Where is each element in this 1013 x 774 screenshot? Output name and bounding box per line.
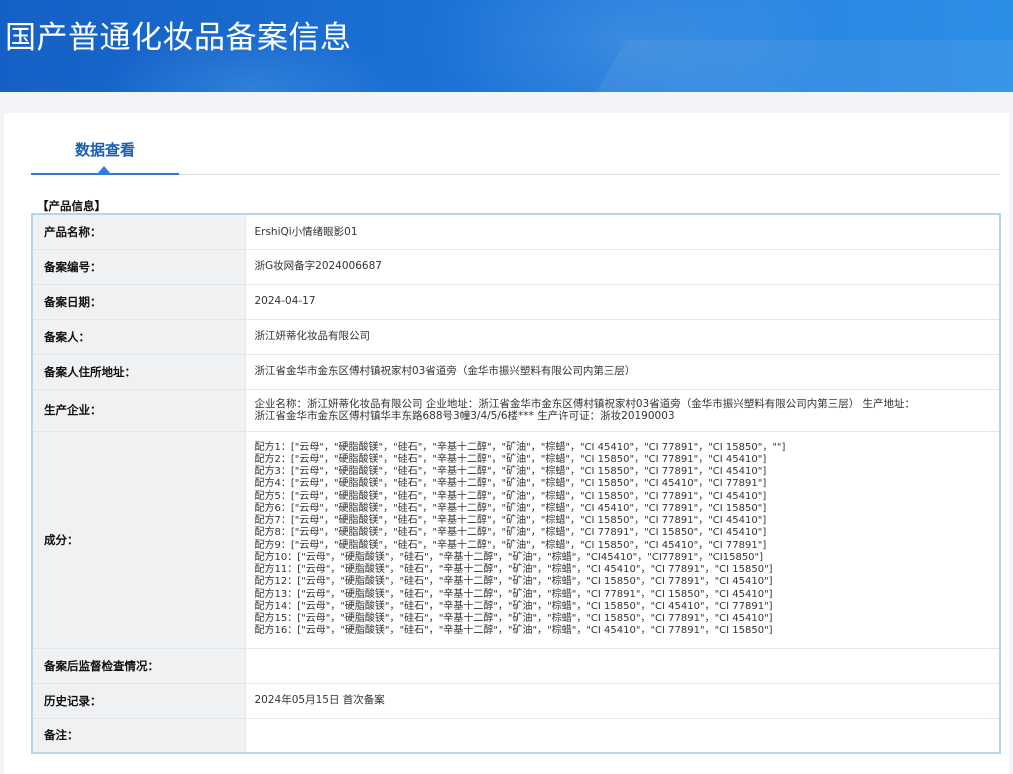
- record-date-value: 2024-04-17: [245, 284, 1000, 320]
- formula-line: 配方5：["云母"，"硬脂酸镁"，"硅石"，"辛基十二醇"，"矿油"，"棕蜡"，…: [254, 490, 767, 502]
- formula-line: 配方2：["云母"，"硬脂酸镁"，"硅石"，"辛基十二醇"，"矿油"，"棕蜡"，…: [254, 453, 767, 465]
- row-label: 备案后监督检查情况：: [32, 648, 246, 684]
- page-title: 国产普通化妆品备案信息: [5, 20, 352, 56]
- table-row: 备案后监督检查情况：: [32, 648, 1000, 684]
- formula-line: 配方9：["云母"，"硬脂酸镁"，"硅石"，"辛基十二醇"，"矿油"，"棕蜡"，…: [254, 539, 767, 551]
- formula-line: 配方10：["云母"，"硬脂酸镁"，"硅石"，"辛基十二醇"，"矿油"，"棕蜡"…: [254, 551, 764, 563]
- manufacturer-line: 企业名称：浙江妍蒂化妆品有限公司 企业地址：浙江省金华市金东区傅村镇祝家村03省…: [254, 397, 916, 410]
- ingredients-value: 配方1：["云母"，"硬脂酸镁"，"硅石"，"辛基十二醇"，"矿油"，"棕蜡"，…: [245, 431, 1000, 649]
- formula-line: 配方14：["云母"，"硬脂酸镁"，"硅石"，"辛基十二醇"，"矿油"，"棕蜡"…: [254, 600, 773, 612]
- table-row: 历史记录： 2024年05月15日 首次备案: [32, 683, 1000, 719]
- row-label: 备案编号：: [32, 249, 246, 285]
- table-row: 产品名称： ErshiQi小情绪眼影01: [32, 214, 1000, 250]
- row-label: 备案日期：: [32, 284, 246, 320]
- table-row: 备案人： 浙江妍蒂化妆品有限公司: [32, 319, 1000, 355]
- tab-data-view[interactable]: 数据查看: [31, 113, 179, 175]
- content-card: 数据查看 【产品信息】 产品名称： ErshiQi小情绪眼影01 备案编号： 浙…: [4, 113, 1009, 774]
- manufacturer-value: 企业名称：浙江妍蒂化妆品有限公司 企业地址：浙江省金华市金东区傅村镇祝家村03省…: [245, 389, 1000, 432]
- table-row: 生产企业： 企业名称：浙江妍蒂化妆品有限公司 企业地址：浙江省金华市金东区傅村镇…: [32, 389, 1000, 432]
- formula-line: 配方11：["云母"，"硬脂酸镁"，"硅石"，"辛基十二醇"，"矿油"，"棕蜡"…: [254, 564, 773, 575]
- formula-line: 配方12：["云母"，"硬脂酸镁"，"硅石"，"辛基十二醇"，"矿油"，"棕蜡"…: [254, 576, 773, 588]
- row-label: 备案人住所地址：: [32, 354, 246, 390]
- remarks-value: [245, 718, 1000, 754]
- row-label: 产品名称：: [32, 214, 246, 250]
- row-label: 生产企业：: [32, 389, 246, 432]
- formula-line: 配方6：["云母"，"硬脂酸镁"，"硅石"，"辛基十二醇"，"矿油"，"棕蜡"，…: [254, 502, 767, 514]
- row-label: 备案人：: [32, 319, 246, 355]
- formula-line: 配方3：["云母"，"硬脂酸镁"，"硅石"，"辛基十二醇"，"矿油"，"棕蜡"，…: [254, 466, 767, 477]
- table-row: 备案编号： 浙G妆网备字2024006687: [32, 249, 1000, 285]
- table-row: 备案日期： 2024-04-17: [32, 284, 1000, 320]
- registrant-address-value: 浙江省金华市金东区傅村镇祝家村03省道旁（金华市振兴塑料有限公司内第三层）: [245, 354, 1000, 390]
- formula-line: 配方15：["云母"，"硬脂酸镁"，"硅石"，"辛基十二醇"，"矿油"，"棕蜡"…: [254, 613, 773, 624]
- row-label: 历史记录：: [32, 683, 246, 719]
- tab-bar: 数据查看: [31, 113, 1000, 175]
- registrant-value: 浙江妍蒂化妆品有限公司: [245, 319, 1000, 355]
- banner-decoration: [574, 40, 1013, 92]
- formula-line: 配方16：["云母"，"硬脂酸镁"，"硅石"，"辛基十二醇"，"矿油"，"棕蜡"…: [254, 625, 773, 637]
- post-inspection-value: [245, 648, 1000, 684]
- table-row: 备注：: [32, 718, 1000, 754]
- formula-line: 配方7：["云母"，"硬脂酸镁"，"硅石"，"辛基十二醇"，"矿油"，"棕蜡"，…: [254, 515, 767, 526]
- section-title: 【产品信息】: [37, 199, 106, 213]
- formula-line: 配方8：["云母"，"硬脂酸镁"，"硅石"，"辛基十二醇"，"矿油"，"棕蜡"，…: [254, 527, 767, 539]
- manufacturer-line: 浙江省金华市金东区傅村镇华丰东路688号3幢3/4/5/6楼*** 生产许可证：…: [254, 410, 675, 422]
- header-banner: 国产普通化妆品备案信息: [0, 0, 1013, 92]
- row-label: 成分：: [32, 431, 246, 649]
- product-name-value: ErshiQi小情绪眼影01: [245, 214, 1000, 250]
- formula-line: 配方1：["云母"，"硬脂酸镁"，"硅石"，"辛基十二醇"，"矿油"，"棕蜡"，…: [254, 441, 786, 453]
- product-info-table: 产品名称： ErshiQi小情绪眼影01 备案编号： 浙G妆网备字2024006…: [31, 213, 1001, 754]
- table-row: 备案人住所地址： 浙江省金华市金东区傅村镇祝家村03省道旁（金华市振兴塑料有限公…: [32, 354, 1000, 390]
- table-row: 成分： 配方1：["云母"，"硬脂酸镁"，"硅石"，"辛基十二醇"，"矿油"，"…: [32, 431, 1000, 649]
- formula-line: 配方4：["云母"，"硬脂酸镁"，"硅石"，"辛基十二醇"，"矿油"，"棕蜡"，…: [254, 478, 767, 490]
- tab-label: 数据查看: [74, 141, 135, 159]
- formula-line: 配方13：["云母"，"硬脂酸镁"，"硅石"，"辛基十二醇"，"矿油"，"棕蜡"…: [254, 588, 773, 600]
- active-tab-caret-icon: [98, 166, 110, 173]
- history-value: 2024年05月15日 首次备案: [245, 683, 1000, 719]
- row-label: 备注：: [32, 718, 246, 754]
- record-number-value: 浙G妆网备字2024006687: [245, 249, 1000, 285]
